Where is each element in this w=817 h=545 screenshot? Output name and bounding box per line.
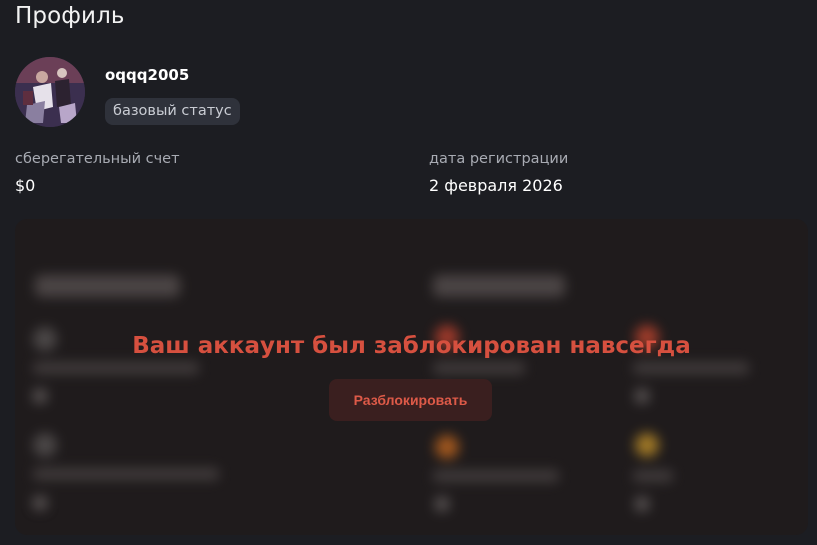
registration-date-value: 2 февраля 2026 [429,176,563,195]
blurred-checkbox [635,389,649,403]
blurred-heading-left [35,275,180,297]
blurred-icon [435,435,459,459]
username: oqqq2005 [105,66,190,84]
blocked-content-panel: Ваш аккаунт был заблокирован навсегда Ра… [15,219,808,535]
profile-page: Профиль oqqq2005 базовый статус сберегат… [0,0,817,545]
blurred-line [433,470,559,482]
blurred-line [633,470,673,482]
blurred-line [33,362,199,374]
blurred-line [633,362,749,374]
blurred-checkbox [33,496,47,510]
registration-date-label: дата регистрации [429,151,569,167]
blurred-checkbox [635,497,649,511]
avatar-image [15,57,85,127]
blurred-checkbox [435,497,449,511]
blurred-content [15,219,808,535]
blurred-line [433,362,525,374]
unblock-button[interactable]: Разблокировать [329,379,492,421]
status-badge: базовый статус [105,98,240,125]
blurred-icon [635,433,659,457]
blurred-icon [33,433,57,457]
savings-account-label: сберегательный счет [15,151,180,167]
blurred-line [33,468,219,480]
page-title: Профиль [15,3,125,29]
blurred-checkbox [33,389,47,403]
avatar [15,57,85,127]
account-banned-message: Ваш аккаунт был заблокирован навсегда [132,333,691,359]
blurred-heading-right [433,275,565,297]
savings-account-value: $0 [15,176,36,195]
